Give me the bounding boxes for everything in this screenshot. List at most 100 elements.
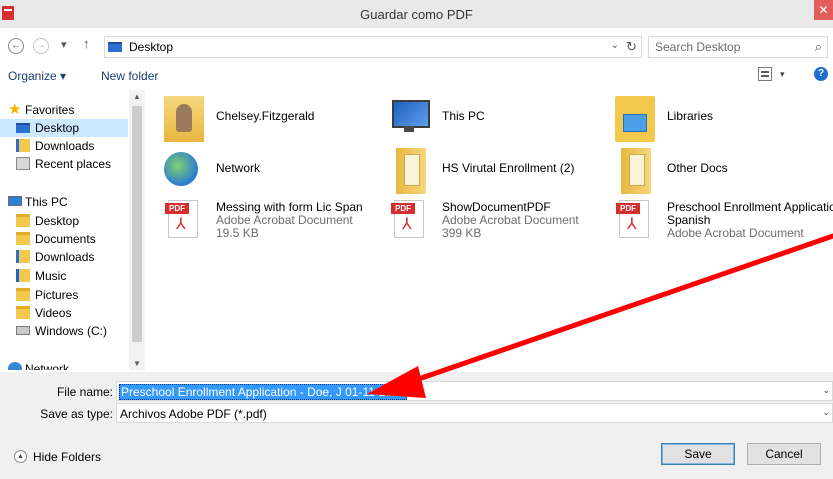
sidebar-item-label: Music [35, 269, 67, 283]
cancel-button[interactable]: Cancel [747, 443, 821, 465]
address-dropdown-icon[interactable]: ⌄ [611, 40, 619, 51]
computer-icon [8, 196, 22, 206]
scroll-up-icon[interactable]: ▲ [129, 92, 145, 101]
item-size: 19.5 KB [216, 226, 259, 240]
desktop-icon [16, 123, 30, 133]
search-icon[interactable]: ⌕ [815, 39, 822, 55]
sidebar-item-pc-desktop[interactable]: Desktop [0, 212, 128, 230]
organize-button[interactable]: Organize ▾ [8, 69, 66, 83]
desktop-icon [16, 214, 30, 227]
list-item[interactable]: Network [158, 148, 378, 196]
item-name: Network [216, 161, 261, 175]
sidebar-item-label: Desktop [35, 214, 80, 228]
list-item[interactable]: PDF ⅄ Preschool Enrollment Application -… [609, 200, 833, 256]
navigation-pane: ★ Favorites Desktop Downloads Recent pla… [0, 90, 145, 370]
sidebar-item-network[interactable]: Network [0, 360, 128, 370]
item-name: HS Virutal Enrollment (2) [442, 161, 575, 175]
chevron-down-icon[interactable]: ⌄ [822, 385, 830, 396]
save-options-panel: File name: Preschool Enrollment Applicat… [0, 372, 833, 479]
item-name: Preschool Enrollment Application - [667, 200, 833, 214]
pictures-folder-icon [16, 288, 30, 301]
sidebar-item-this-pc[interactable]: This PC [0, 193, 128, 211]
item-name: This PC [442, 109, 485, 123]
new-folder-button[interactable]: New folder [101, 69, 158, 83]
pdf-icon: PDF ⅄ [165, 200, 198, 238]
list-item[interactable]: Chelsey.Fitzgerald [158, 96, 378, 144]
sidebar-item-label: Downloads [35, 250, 95, 264]
pdf-badge: PDF [391, 203, 415, 214]
folder-icon [396, 148, 426, 194]
music-icon [16, 269, 30, 282]
filename-label: File name: [56, 385, 113, 399]
filename-input[interactable]: Preschool Enrollment Application - Doe, … [119, 384, 407, 400]
close-button[interactable]: ✕ [814, 0, 833, 20]
search-input[interactable] [655, 40, 805, 54]
acrobat-mark: ⅄ [627, 216, 637, 233]
sidebar-item-music[interactable]: Music [0, 267, 128, 285]
item-name: Chelsey.Fitzgerald [216, 109, 315, 123]
help-icon[interactable]: ? [814, 67, 828, 81]
item-type: Adobe Acrobat Document [667, 226, 804, 240]
item-name: Other Docs [667, 161, 728, 175]
sidebar-item-downloads[interactable]: Downloads [0, 137, 128, 155]
sidebar-item-recent-places[interactable]: Recent places [0, 155, 128, 173]
filename-field[interactable]: Preschool Enrollment Application - Doe, … [116, 381, 833, 401]
refresh-icon[interactable]: ↻ [626, 39, 637, 55]
sidebar-item-windows-c[interactable]: Windows (C:) [0, 322, 128, 340]
savetype-row: Save as type: Archivos Adobe PDF (*.pdf)… [0, 403, 833, 425]
address-bar[interactable]: Desktop ⌄ ↻ [104, 36, 642, 58]
sidebar-item-label: Windows (C:) [35, 324, 108, 338]
list-item[interactable]: This PC [384, 96, 604, 144]
file-list: Chelsey.Fitzgerald This PC Libraries Net… [150, 90, 833, 370]
list-item[interactable]: PDF ⅄ ShowDocumentPDF Adobe Acrobat Docu… [384, 200, 604, 256]
savetype-label: Save as type: [40, 407, 113, 421]
folder-icon [621, 148, 651, 194]
list-item[interactable]: Libraries [609, 96, 829, 144]
sidebar-item-documents[interactable]: Documents [0, 230, 128, 248]
sidebar-item-videos[interactable]: Videos [0, 304, 128, 322]
sidebar-item-favorites[interactable]: ★ Favorites [0, 101, 128, 119]
list-item[interactable]: PDF ⅄ Messing with form Lic Span Adobe A… [158, 200, 378, 256]
scroll-down-icon[interactable]: ▼ [129, 359, 145, 368]
sidebar-item-label: Pictures [35, 288, 79, 302]
up-button[interactable]: ↑ [83, 36, 90, 51]
sidebar-item-label: Videos [35, 306, 72, 320]
sidebar-item-label: Documents [35, 232, 96, 246]
title-bar: Guardar como PDF ✕ [0, 0, 833, 28]
forward-button[interactable]: → [33, 38, 49, 54]
item-type: Adobe Acrobat Document [442, 213, 579, 227]
savetype-value: Archivos Adobe PDF (*.pdf) [120, 407, 267, 421]
videos-folder-icon [16, 306, 30, 319]
sidebar-item-desktop[interactable]: Desktop [0, 119, 128, 137]
sidebar-scrollbar[interactable]: ▲ ▼ [129, 90, 145, 370]
save-button[interactable]: Save [661, 443, 735, 465]
search-box[interactable]: ⌕ [648, 36, 828, 58]
breadcrumb-desktop[interactable]: Desktop [129, 40, 173, 54]
sidebar-item-label: Desktop [35, 121, 80, 135]
user-folder-icon [164, 96, 204, 142]
view-options-dropdown-icon[interactable]: ▾ [780, 69, 785, 80]
computer-icon [390, 96, 430, 142]
network-icon [8, 362, 22, 370]
sidebar-item-pictures[interactable]: Pictures [0, 286, 128, 304]
documents-folder-icon [16, 232, 30, 245]
list-item[interactable]: HS Virutal Enrollment (2) [384, 148, 604, 196]
window-title: Guardar como PDF [360, 7, 473, 22]
item-name: ShowDocumentPDF [442, 200, 551, 214]
hide-folders-label: Hide Folders [33, 450, 102, 464]
list-item[interactable]: Other Docs [609, 148, 829, 196]
chevron-down-icon[interactable]: ⌄ [822, 407, 830, 418]
sidebar-item-pc-downloads[interactable]: Downloads [0, 248, 128, 266]
change-view-icon[interactable] [758, 67, 772, 81]
scrollbar-thumb[interactable] [132, 106, 142, 342]
recent-locations-button[interactable]: ▾ [61, 38, 67, 51]
item-name: Messing with form Lic Span [216, 200, 363, 214]
pdf-badge: PDF [616, 203, 640, 214]
item-name-continued: Spanish [667, 213, 711, 227]
acrobat-mark: ⅄ [402, 216, 412, 233]
acrobat-mark: ⅄ [176, 216, 186, 233]
chevron-up-icon: ▲ [14, 450, 27, 463]
back-button[interactable]: ← [8, 38, 24, 54]
savetype-select[interactable]: Archivos Adobe PDF (*.pdf) ⌄ [116, 403, 833, 423]
toolbar: Organize ▾ New folder ▾ ? [0, 64, 833, 88]
